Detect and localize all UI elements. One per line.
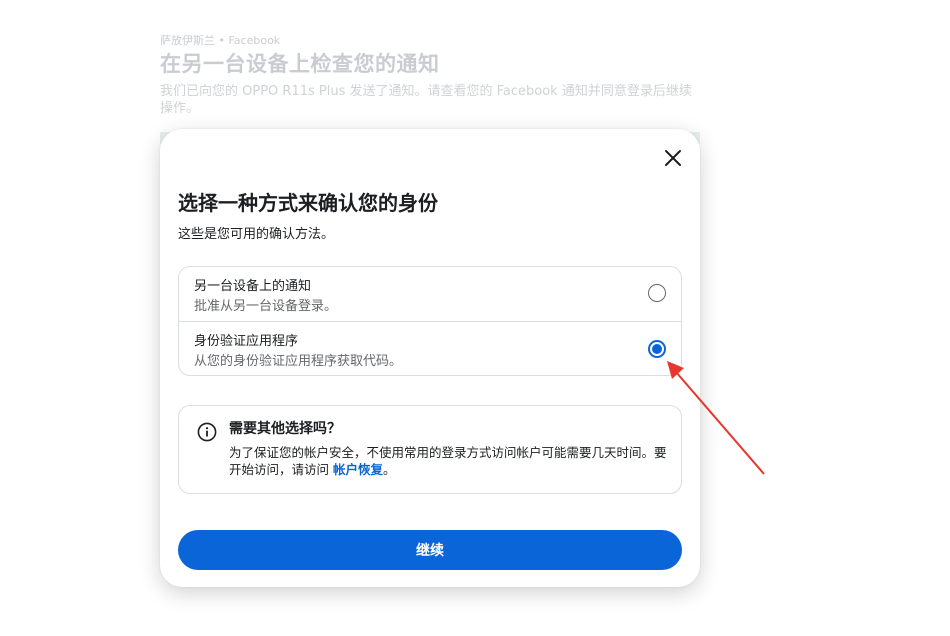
- close-button[interactable]: [662, 147, 684, 169]
- page-title: 在另一台设备上检查您的通知: [160, 52, 440, 76]
- option-title: 另一台设备上的通知: [194, 279, 312, 294]
- dialog-subtitle: 这些是您可用的确认方法。: [178, 227, 335, 242]
- dialog-title: 选择一种方式来确认您的身份: [178, 191, 438, 215]
- verification-dialog: 选择一种方式来确认您的身份 这些是您可用的确认方法。 另一台设备上的通知 批准从…: [160, 129, 700, 587]
- account-recovery-link[interactable]: 帐户恢复: [333, 462, 383, 477]
- info-icon: [197, 422, 217, 442]
- method-options: 另一台设备上的通知 批准从另一台设备登录。 身份验证应用程序 从您的身份验证应用…: [178, 266, 682, 376]
- radio-authenticator-app[interactable]: [648, 340, 666, 358]
- option-authenticator-app[interactable]: 身份验证应用程序 从您的身份验证应用程序获取代码。: [179, 321, 681, 375]
- option-description: 批准从另一台设备登录。: [194, 299, 338, 314]
- info-text: 为了保证您的帐户安全，不使用常用的登录方式访问帐户可能需要几天时间。要开始访问，…: [229, 444, 669, 478]
- info-box: 需要其他选择吗？ 为了保证您的帐户安全，不使用常用的登录方式访问帐户可能需要几天…: [178, 405, 682, 494]
- info-text-after: 。: [383, 462, 396, 477]
- option-description: 从您的身份验证应用程序获取代码。: [194, 354, 403, 369]
- radio-notification[interactable]: [648, 284, 666, 302]
- page-description: 我们已向您的 OPPO R11s Plus 发送了通知。请查看您的 Facebo…: [160, 84, 692, 116]
- close-icon: [665, 150, 681, 166]
- breadcrumb: 萨放伊斯兰 • Facebook: [160, 34, 281, 47]
- option-notification[interactable]: 另一台设备上的通知 批准从另一台设备登录。: [179, 267, 681, 321]
- info-text-before: 为了保证您的帐户安全，不使用常用的登录方式访问帐户可能需要几天时间。要开始访问，…: [229, 445, 667, 477]
- info-title: 需要其他选择吗？: [229, 421, 341, 437]
- continue-button[interactable]: 继续: [178, 530, 682, 570]
- option-title: 身份验证应用程序: [194, 334, 299, 349]
